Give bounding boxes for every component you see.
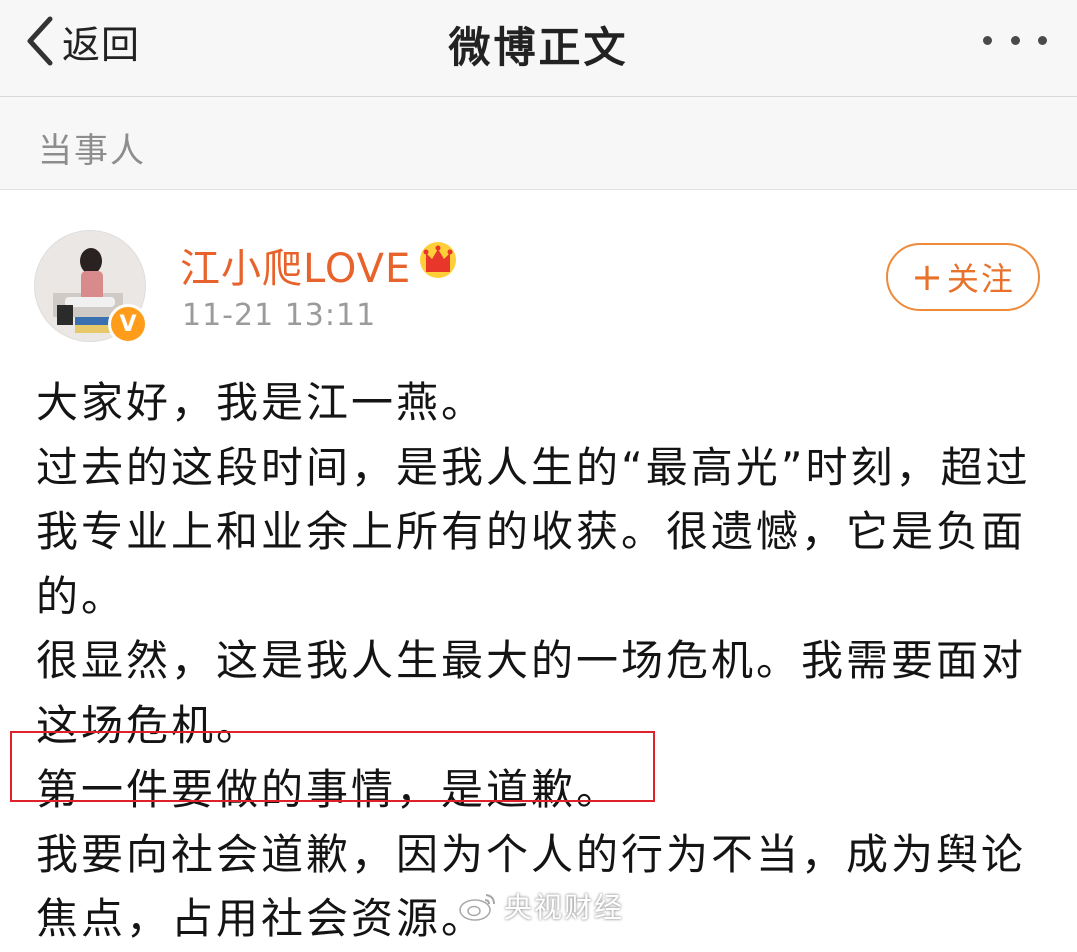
weibo-logo-icon [459,894,495,921]
top-navbar: 返回 微博正文 [0,0,1077,97]
post-text-line: 过去的这段时间，是我人生的“最高光”时刻，超过 [36,442,1031,492]
post-text-line: 很显然，这是我人生最大的一场危机。我需要面对 [36,636,1027,685]
more-dot [1038,35,1047,45]
more-dot [983,35,992,45]
highlight-box [10,731,655,802]
crown-icon [420,242,456,278]
more-dots-icon[interactable] [983,30,1047,50]
post-text-line: 大家好，我是江一燕。 [36,378,487,427]
more-dot [1010,35,1020,45]
post-content: 大家好，我是江一燕。 过去的这段时间，是我人生的“最高光”时刻，超过 我专业上和… [36,371,1031,952]
post-text-line: 的。 [36,571,127,621]
watermark-text: 央视财经 [504,891,625,924]
plus-icon: + [911,255,945,299]
section-header: 当事人 [0,97,1077,190]
follow-button[interactable]: + 关注 [886,243,1040,311]
username[interactable]: 江小爬LOVE [180,236,411,294]
page-title: 微博正文 [448,23,629,72]
follow-label: 关注 [946,260,1015,298]
post-text-line: 我专业上和业余上所有的收获。很遗憾，它是负面 [36,507,1027,556]
post-timestamp: 11-21 13:11 [182,298,377,333]
watermark: 央视财经 [458,886,624,926]
verified-badge: V [108,304,148,344]
post-text-line: 我要向社会道歉，因为个人的行为不当，成为舆论 [36,829,1027,879]
section-label: 当事人 [38,131,146,171]
